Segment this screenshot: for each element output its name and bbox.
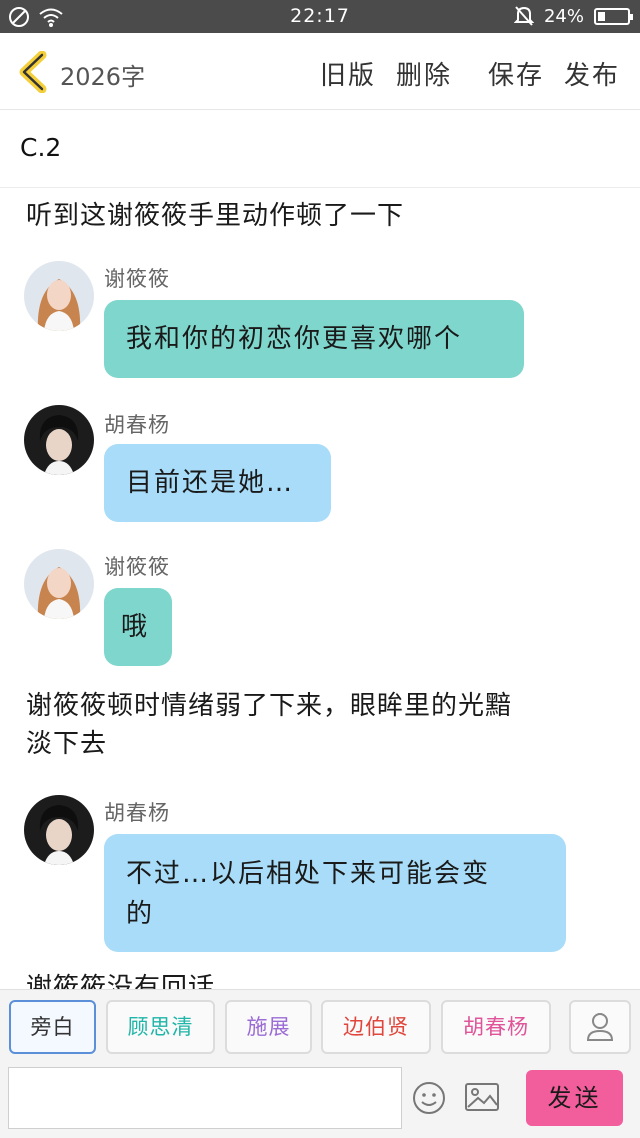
battery-percent: 24% [543, 5, 584, 27]
role-label: 边伯贤 [343, 1015, 409, 1039]
role-bian-boxian[interactable]: 边伯贤 [321, 1000, 431, 1054]
word-count: 2026字 [60, 63, 146, 91]
bubble-line: 的 [126, 899, 155, 929]
chapter-title: C.2 [20, 133, 62, 162]
narration-text[interactable]: 谢筱筱顿时情绪弱了下来，眼眸里的光黯 淡下去 [26, 687, 626, 763]
header-actions: 旧版 删除 保存 发布 [300, 55, 620, 92]
message-bubble[interactable]: 目前还是她… [104, 444, 331, 522]
narration-text[interactable]: 谢筱筱没有回话 [26, 969, 626, 989]
role-label: 顾思清 [127, 1015, 194, 1039]
story-content[interactable]: 听到这谢筱筱手里动作顿了一下 谢筱筱 我和你的初恋你更喜欢哪个 胡春杨 目前还是… [0, 189, 640, 989]
input-bar: 发送 [0, 1063, 640, 1138]
send-button[interactable]: 发送 [526, 1070, 623, 1126]
message-bubble[interactable]: 哦 [104, 588, 172, 666]
bubble-line: 不过…以后相处下来可能会变 [126, 859, 491, 889]
message-bubble[interactable]: 我和你的初恋你更喜欢哪个 [104, 300, 524, 378]
role-hu-chunyang[interactable]: 胡春杨 [441, 1000, 551, 1054]
speaker-name: 胡春杨 [104, 801, 170, 825]
old-version-button[interactable]: 旧版 [320, 55, 376, 92]
role-narrator[interactable]: 旁白 [9, 1000, 96, 1054]
role-label: 胡春杨 [463, 1015, 529, 1039]
emoji-icon[interactable] [412, 1081, 446, 1115]
role-label: 旁白 [30, 1015, 75, 1039]
status-bar: 22:17 24% [0, 0, 640, 33]
role-shi-zhan[interactable]: 施展 [225, 1000, 312, 1054]
speaker-name: 谢筱筱 [104, 267, 170, 291]
narration-line: 谢筱筱顿时情绪弱了下来，眼眸里的光黯 [26, 691, 513, 721]
delete-button[interactable]: 删除 [396, 55, 452, 92]
role-gu-siqing[interactable]: 顾思清 [106, 1000, 215, 1054]
avatar-hu-chunyang[interactable] [24, 795, 94, 865]
editor-header: 2026字 旧版 删除 保存 发布 [0, 33, 640, 110]
status-right-icons: 24% [513, 5, 633, 27]
message-bubble[interactable]: 不过…以后相处下来可能会变 的 [104, 834, 566, 952]
back-chevron-icon[interactable] [16, 51, 50, 93]
add-role-button[interactable] [569, 1000, 631, 1054]
avatar-hu-chunyang[interactable] [24, 405, 94, 475]
role-label: 施展 [246, 1015, 291, 1039]
publish-button[interactable]: 发布 [564, 55, 620, 92]
avatar-xie-xiaoxiao[interactable] [24, 549, 94, 619]
narration-line: 淡下去 [26, 729, 108, 759]
image-icon[interactable] [464, 1081, 500, 1113]
person-icon [586, 1013, 614, 1041]
message-input[interactable] [8, 1067, 402, 1129]
role-selector-bar: 旁白 顾思清 施展 边伯贤 胡春杨 [0, 989, 640, 1063]
mute-bell-icon [513, 6, 534, 26]
speaker-name: 谢筱筱 [104, 555, 170, 579]
narration-text[interactable]: 听到这谢筱筱手里动作顿了一下 [26, 197, 626, 235]
avatar-xie-xiaoxiao[interactable] [24, 261, 94, 331]
save-button[interactable]: 保存 [488, 55, 544, 92]
speaker-name: 胡春杨 [104, 413, 170, 437]
battery-icon [594, 7, 633, 25]
battery-level [598, 11, 605, 21]
chapter-title-field[interactable]: C.2 [0, 111, 640, 188]
